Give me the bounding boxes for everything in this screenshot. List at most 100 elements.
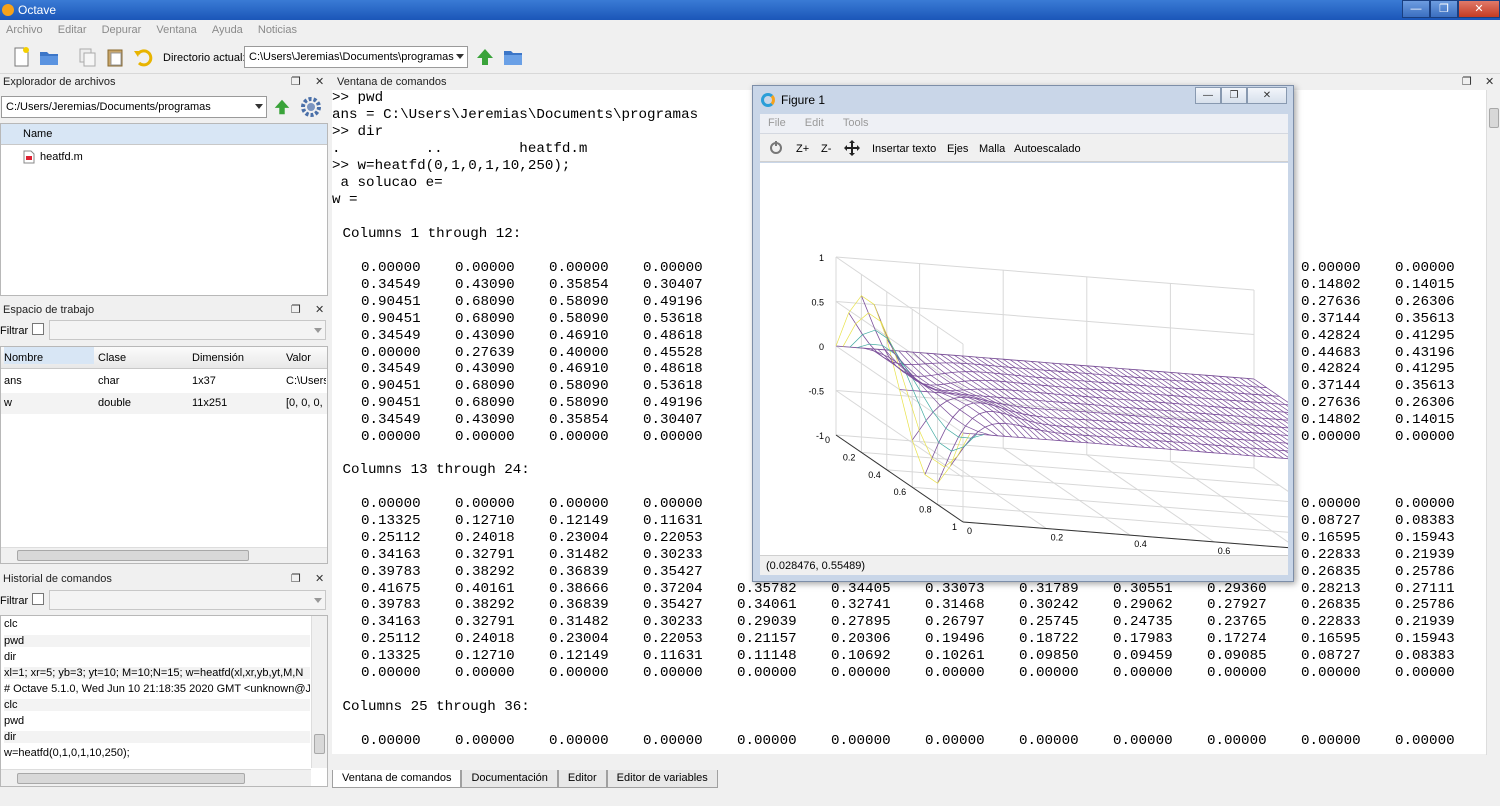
- plot-canvas[interactable]: 10.50-0.5-100.20.40.60.8100.20.40.60.81: [760, 163, 1390, 569]
- grid-line: [937, 504, 1356, 539]
- matrix-value: 0.08727: [1301, 648, 1361, 665]
- undock-icon[interactable]: ❐: [1462, 75, 1472, 88]
- matrix-value: 0.37144: [1301, 310, 1361, 327]
- grid-button[interactable]: Malla: [979, 143, 1005, 155]
- list-item[interactable]: w=heatfd(0,1,0,1,10,250);: [4, 747, 310, 759]
- column-header-dimension[interactable]: Dimensión: [192, 352, 244, 364]
- list-item[interactable]: dir: [4, 731, 310, 743]
- file-item-heatfd[interactable]: heatfd.m: [23, 150, 83, 164]
- figure-menu-file[interactable]: File: [760, 114, 794, 129]
- rotate-icon[interactable]: [768, 140, 784, 156]
- table-row[interactable]: ans char 1x37 C:\Users: [1, 371, 327, 392]
- figure-close-button[interactable]: ✕: [1247, 87, 1287, 104]
- horizontal-scrollbar[interactable]: [1, 769, 311, 786]
- column-header-nombre[interactable]: Nombre: [4, 347, 94, 364]
- dock-tabs: Ventana de comandos Documentación Editor…: [332, 770, 718, 788]
- close-button[interactable]: ✕: [1458, 0, 1500, 18]
- tab-variable-editor[interactable]: Editor de variables: [606, 770, 718, 788]
- matrix-value: 0.34549: [361, 276, 421, 293]
- scrollbar-thumb[interactable]: [1489, 108, 1499, 128]
- minimize-button[interactable]: —: [1402, 0, 1430, 18]
- figure-minimize-button[interactable]: —: [1195, 87, 1221, 104]
- zoom-out-button[interactable]: Z-: [821, 143, 831, 155]
- z-tick-label: -0.5: [808, 387, 824, 397]
- menu-editar[interactable]: Editar: [52, 20, 93, 36]
- matrix-value: 0.23004: [549, 529, 609, 546]
- undock-icon[interactable]: ❐: [291, 303, 301, 316]
- pan-icon[interactable]: [844, 140, 860, 156]
- matrix-value: 0.20306: [831, 631, 891, 648]
- insert-text-button[interactable]: Insertar texto: [872, 143, 936, 155]
- current-directory-combo[interactable]: C:\Users\Jeremias\Documents\programas: [244, 46, 468, 68]
- matrix-value: 0.00000: [643, 733, 703, 749]
- mesh-line: [886, 338, 1305, 415]
- copy-icon[interactable]: [76, 46, 98, 68]
- new-file-icon[interactable]: [10, 46, 32, 68]
- list-item[interactable]: dir: [4, 651, 310, 663]
- parent-directory-icon[interactable]: [272, 96, 292, 118]
- matrix-value: 0.24735: [1113, 614, 1173, 631]
- matrix-value: 0.25786: [1395, 597, 1455, 614]
- autoscale-button[interactable]: Autoescalado: [1014, 143, 1081, 155]
- close-panel-icon[interactable]: ✕: [1485, 75, 1494, 88]
- matrix-value: 0.32791: [455, 546, 515, 563]
- list-item[interactable]: clc: [4, 618, 310, 630]
- workspace-filter-input[interactable]: [49, 320, 326, 340]
- maximize-button[interactable]: ❐: [1430, 0, 1458, 18]
- undock-icon[interactable]: ❐: [291, 572, 301, 585]
- scrollbar-thumb[interactable]: [314, 734, 325, 754]
- matrix-value: 0.13325: [361, 512, 421, 529]
- paste-icon[interactable]: [104, 46, 126, 68]
- scrollbar-thumb[interactable]: [17, 773, 245, 784]
- list-item[interactable]: pwd: [4, 715, 310, 727]
- matrix-value: 0.49196: [643, 293, 703, 310]
- menu-archivo[interactable]: Archivo: [0, 20, 49, 36]
- grid-line: [1002, 447, 1131, 536]
- close-panel-icon[interactable]: ✕: [315, 572, 324, 585]
- cmd-line: ans = C:\Users\Jeremias\Documents\progra…: [332, 107, 699, 123]
- undock-icon[interactable]: ❐: [291, 75, 301, 88]
- browse-folder-icon[interactable]: [502, 46, 524, 68]
- matrix-value: 0.90451: [361, 310, 421, 327]
- tab-documentation[interactable]: Documentación: [461, 770, 558, 788]
- close-panel-icon[interactable]: ✕: [315, 303, 324, 316]
- command-vertical-scrollbar[interactable]: [1486, 90, 1500, 755]
- var-value: C:\Users: [286, 375, 326, 387]
- list-item[interactable]: # Octave 5.1.0, Wed Jun 10 21:18:35 2020…: [4, 683, 310, 695]
- figure-maximize-button[interactable]: ❐: [1221, 87, 1247, 104]
- menu-depurar[interactable]: Depurar: [96, 20, 148, 36]
- list-item[interactable]: xl=1; xr=5; yb=3; yt=10; M=10;N=15; w=he…: [4, 667, 310, 679]
- history-filter-checkbox[interactable]: [32, 593, 44, 605]
- history-filter-input[interactable]: [49, 590, 326, 610]
- open-folder-icon[interactable]: [38, 46, 60, 68]
- menu-ayuda[interactable]: Ayuda: [206, 20, 249, 36]
- column-header-clase[interactable]: Clase: [98, 352, 126, 364]
- undo-icon[interactable]: [132, 46, 154, 68]
- table-row[interactable]: w double 11x251 [0, 0, 0, 0: [1, 393, 327, 414]
- parent-directory-icon[interactable]: [474, 46, 496, 68]
- figure-menu-tools[interactable]: Tools: [835, 114, 877, 129]
- axes-button[interactable]: Ejes: [947, 143, 968, 155]
- horizontal-scrollbar[interactable]: [1, 547, 327, 563]
- y-tick-label: 0.6: [894, 487, 907, 497]
- figure-menu-edit[interactable]: Edit: [797, 114, 832, 129]
- file-browser-path[interactable]: C:/Users/Jeremias/Documents/programas: [1, 96, 267, 118]
- workspace-filter-checkbox[interactable]: [32, 323, 44, 335]
- vertical-scrollbar[interactable]: [311, 616, 327, 768]
- matrix-value: 0.32741: [831, 597, 891, 614]
- gear-icon[interactable]: [299, 95, 323, 119]
- menu-ventana[interactable]: Ventana: [150, 20, 202, 36]
- matrix-value: 0.42824: [1301, 327, 1361, 344]
- list-item[interactable]: clc: [4, 699, 310, 711]
- matrix-value: 0.30551: [1113, 580, 1173, 597]
- column-header-valor[interactable]: Valor: [286, 352, 311, 364]
- scrollbar-thumb[interactable]: [17, 550, 249, 561]
- column-header-name[interactable]: Name: [1, 124, 327, 145]
- mesh-plot[interactable]: 10.50-0.5-100.20.40.60.8100.20.40.60.81: [760, 163, 1390, 569]
- zoom-in-button[interactable]: Z+: [796, 143, 809, 155]
- list-item[interactable]: pwd: [4, 635, 310, 647]
- close-panel-icon[interactable]: ✕: [315, 75, 324, 88]
- tab-command-window[interactable]: Ventana de comandos: [332, 770, 462, 788]
- tab-editor[interactable]: Editor: [557, 770, 607, 788]
- menu-noticias[interactable]: Noticias: [252, 20, 303, 36]
